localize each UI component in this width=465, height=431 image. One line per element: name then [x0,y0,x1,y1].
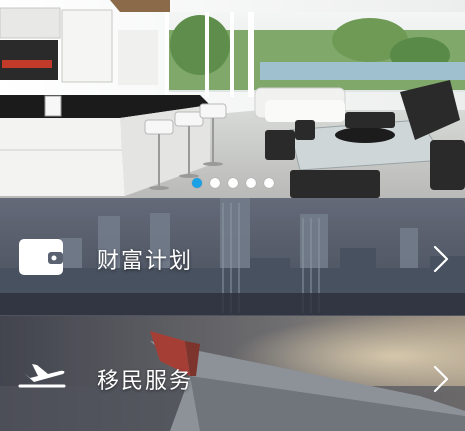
chevron-right-icon [432,244,450,278]
menu-item-wealth-plan[interactable]: 财富计划 [0,198,465,316]
airplane-icon [18,360,68,394]
carousel-dot-5[interactable] [263,178,274,188]
wallet-icon [18,238,64,280]
city-skyline-background [0,198,465,316]
airplane-wing-background [0,316,465,431]
menu-item-immigration-service[interactable]: 移民服务 [0,316,465,431]
carousel-dot-3[interactable] [227,178,238,188]
app-screen: 财富计划 移民服务 [0,0,465,431]
banner-carousel[interactable] [0,0,465,198]
menu-item-label: 财富计划 [97,249,194,274]
carousel-dot-2[interactable] [209,178,220,188]
banner-image [0,0,465,198]
carousel-indicator [0,178,465,188]
carousel-dot-1[interactable] [191,178,202,188]
chevron-right-icon [432,364,450,398]
menu-item-label: 移民服务 [97,369,194,394]
carousel-dot-4[interactable] [245,178,256,188]
